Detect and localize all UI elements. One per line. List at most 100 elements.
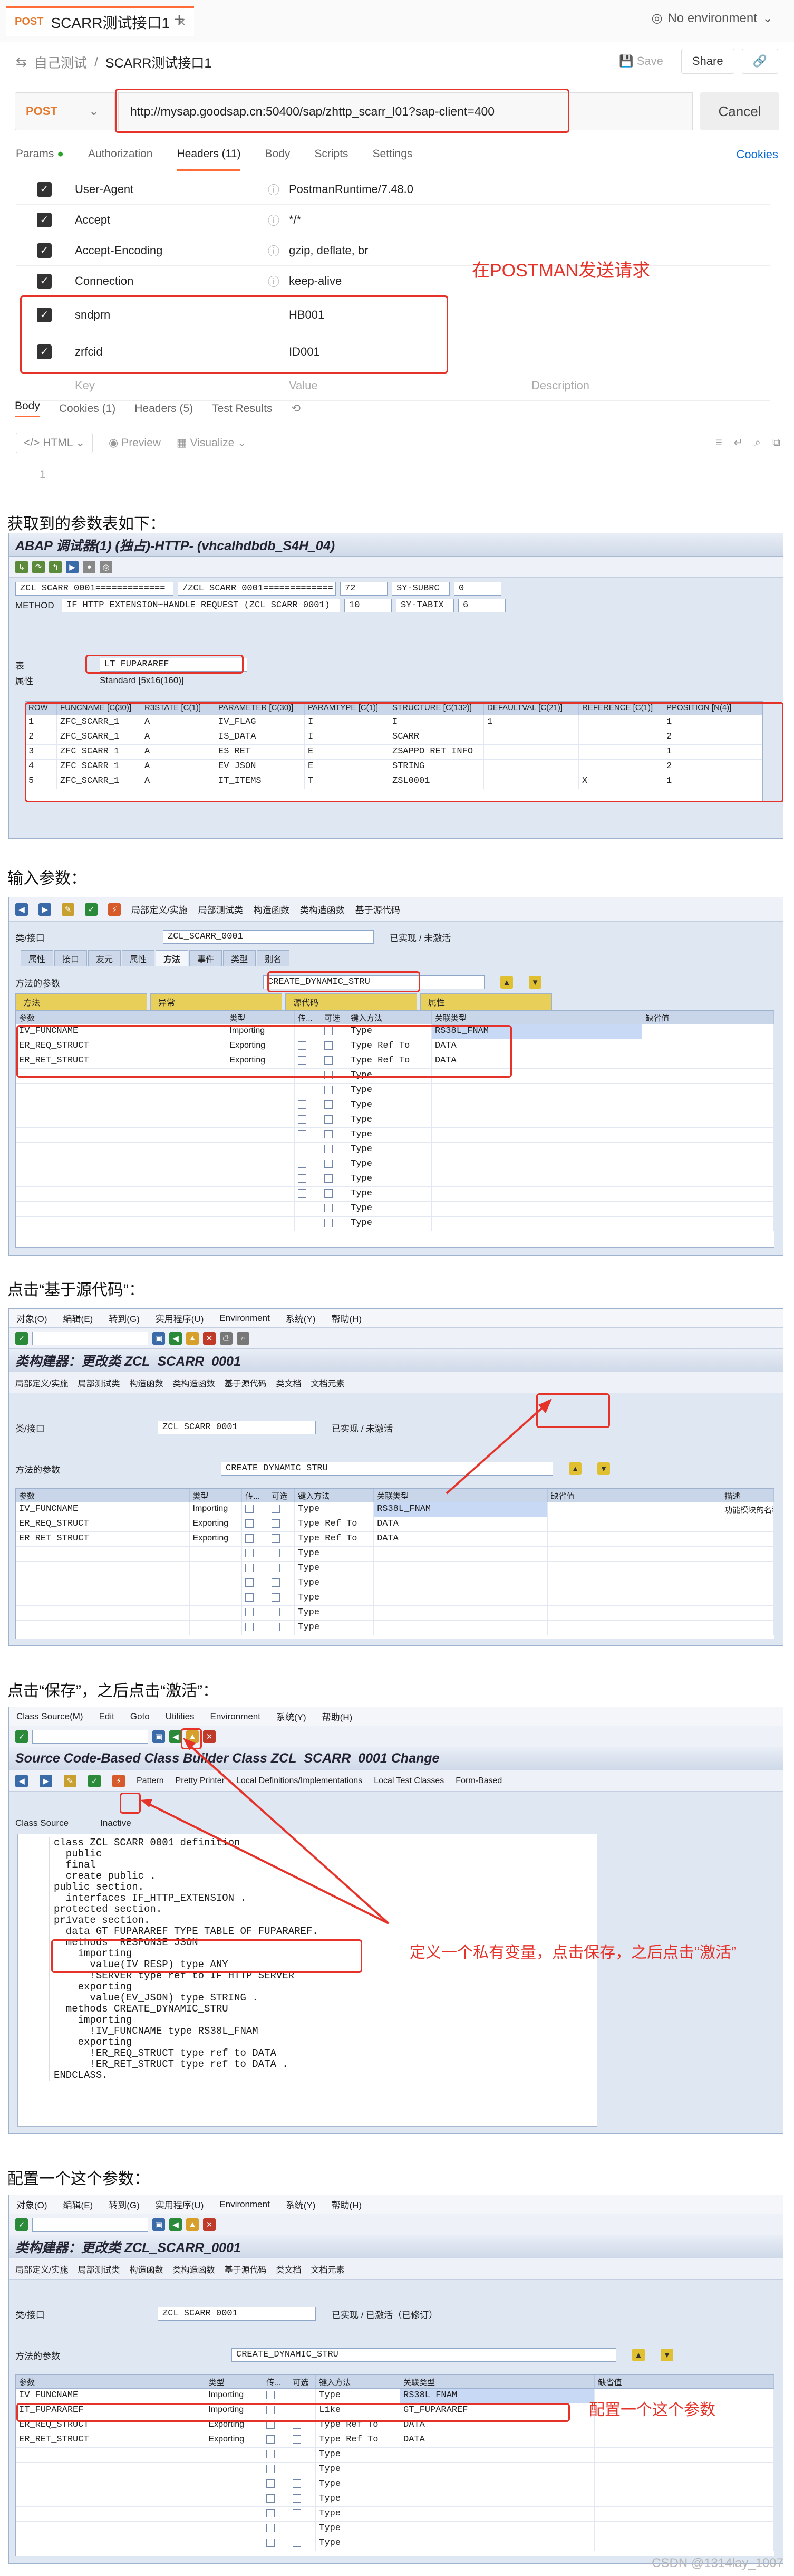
request-tab[interactable]: POST SCARR测试接口1 × (6, 6, 195, 36)
toolbar-class-constructor[interactable]: 类构造函数 (172, 1376, 215, 1389)
param-ref-type[interactable] (400, 2448, 595, 2462)
checkbox[interactable] (293, 2494, 302, 2503)
toolbar-class-constructor[interactable]: 类构造函数 (172, 2263, 215, 2275)
checkbox[interactable] (266, 2479, 275, 2488)
param-kind[interactable] (226, 1113, 295, 1127)
param-ref-type[interactable] (432, 1098, 643, 1113)
toolbar-constructor[interactable]: 构造函数 (129, 2263, 163, 2275)
toolbar-constructor[interactable]: 构造函数 (254, 903, 289, 916)
param-ref-type[interactable] (432, 1157, 643, 1172)
toolbar-class-constructor[interactable]: 类构造函数 (300, 903, 345, 916)
param-name[interactable] (16, 1187, 227, 1201)
param-ref-type[interactable] (432, 1143, 643, 1157)
checkbox[interactable] (293, 2435, 302, 2444)
param-default[interactable] (548, 1562, 722, 1576)
toolbar-local-test[interactable]: 局部测试类 (198, 903, 243, 916)
exit-icon[interactable]: ▲ (186, 2218, 199, 2231)
checkbox[interactable] (293, 2523, 302, 2532)
param-default[interactable] (642, 1069, 774, 1083)
param-name[interactable]: ER_REQ_STRUCT (16, 1517, 190, 1531)
param-ref-type[interactable] (400, 2477, 595, 2492)
checkbox[interactable] (272, 1519, 280, 1528)
back-icon[interactable]: ◀ (15, 903, 28, 916)
param-default[interactable] (595, 2492, 774, 2506)
checkbox[interactable] (298, 1085, 307, 1094)
param-default[interactable] (548, 1532, 722, 1546)
param-typing[interactable]: Type (347, 1187, 432, 1201)
param-kind[interactable] (190, 1576, 243, 1591)
header-value[interactable]: PostmanRuntime/7.48.0 (289, 183, 531, 196)
tab-aliases[interactable]: 别名 (257, 950, 290, 966)
activate-icon[interactable]: ⚡ (112, 1774, 125, 1787)
checkbox[interactable] (293, 2390, 302, 2399)
param-typing[interactable]: Type (295, 1591, 374, 1605)
param-typing[interactable]: Type Ref To (295, 1517, 374, 1531)
param-default[interactable] (642, 1172, 774, 1186)
param-name[interactable] (16, 1576, 190, 1591)
param-ref-type[interactable] (400, 2536, 595, 2551)
checkbox[interactable]: ✓ (37, 212, 52, 227)
command-field[interactable] (32, 1729, 148, 1744)
share-button[interactable]: Share (681, 49, 734, 74)
param-typing[interactable]: Type (295, 1576, 374, 1591)
breadcrumb-parent[interactable]: 自己测试 (34, 53, 87, 72)
param-kind[interactable]: Exporting (190, 1517, 243, 1531)
param-ref-type[interactable]: DATA (374, 1517, 548, 1531)
link-icon[interactable]: 🔗 (741, 49, 778, 74)
checkbox[interactable] (245, 1607, 254, 1616)
menu-system[interactable]: 系统(Y) (286, 1311, 316, 1325)
checkbox[interactable] (298, 1144, 307, 1153)
param-default[interactable] (595, 2448, 774, 2462)
param-default[interactable] (595, 2536, 774, 2551)
param-kind[interactable] (226, 1217, 295, 1231)
param-kind[interactable] (190, 1547, 243, 1561)
tab-body[interactable]: Body (265, 148, 290, 171)
tab-attributes[interactable]: 属性 (122, 950, 155, 966)
checkbox[interactable] (266, 2435, 275, 2444)
param-ref-type[interactable]: RS38L_FNAM (400, 2389, 595, 2403)
param-kind[interactable] (190, 1562, 243, 1576)
param-name[interactable] (16, 1143, 227, 1157)
param-ref-type[interactable] (432, 1187, 643, 1201)
header-key[interactable]: User-Agent (52, 183, 268, 196)
checkbox[interactable]: ✓ (37, 181, 52, 197)
param-ref-type[interactable] (374, 1562, 548, 1576)
checkbox[interactable] (245, 1504, 254, 1513)
param-kind[interactable] (190, 1621, 243, 1635)
menu-help[interactable]: 帮助(H) (331, 1311, 362, 1325)
toolbar-local-def[interactable]: 局部定义/实施 (15, 2263, 68, 2275)
tab-friends[interactable]: 友元 (88, 950, 121, 966)
param-name[interactable] (16, 1172, 227, 1186)
enter-icon[interactable]: ✓ (15, 1730, 28, 1743)
param-default[interactable] (595, 2507, 774, 2521)
copy-icon[interactable]: ⧉ (772, 436, 780, 449)
activate-icon[interactable]: ⚡ (108, 903, 121, 916)
param-kind[interactable]: Importing (190, 1502, 243, 1517)
search-icon[interactable]: ⌕ (754, 436, 761, 449)
exit-icon[interactable]: ▲ (186, 1332, 199, 1345)
param-default[interactable] (548, 1576, 722, 1591)
menu-edit[interactable]: Edit (99, 1711, 114, 1722)
checkbox[interactable] (324, 1115, 333, 1124)
param-name[interactable] (16, 1621, 190, 1635)
param-typing[interactable]: Type (347, 1202, 432, 1216)
param-desc[interactable] (721, 1591, 774, 1605)
toolbar-class-doc[interactable]: 类文档 (276, 1376, 302, 1389)
param-name[interactable]: ER_RET_STRUCT (16, 2433, 206, 2447)
toolbar-source-based[interactable]: 基于源代码 (355, 903, 400, 916)
param-name[interactable] (16, 1547, 190, 1561)
menu-system[interactable]: 系统(Y) (286, 2198, 316, 2211)
param-kind[interactable]: Exporting (205, 2433, 264, 2447)
param-kind[interactable] (226, 1172, 295, 1186)
history-icon[interactable]: ⟲ (292, 402, 301, 415)
menu-utilities[interactable]: 实用程序(U) (156, 1311, 204, 1325)
checkbox[interactable] (324, 1218, 333, 1227)
param-kind[interactable] (205, 2507, 264, 2521)
environment-select[interactable]: ◎ No environment ⌄ (652, 11, 773, 26)
param-name[interactable] (16, 1202, 227, 1216)
param-typing[interactable]: Type (316, 2507, 400, 2521)
param-kind[interactable] (226, 1084, 295, 1098)
param-default[interactable] (642, 1084, 774, 1098)
tab-headers[interactable]: Headers (11) (177, 148, 241, 171)
checkbox[interactable] (298, 1203, 307, 1212)
